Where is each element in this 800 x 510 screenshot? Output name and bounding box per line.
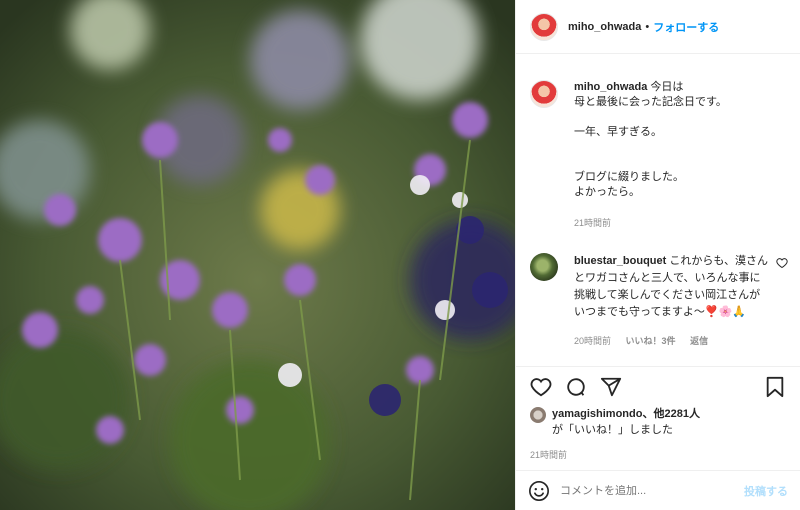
caption: miho_ohwada 今日は 母と最後に会った記念日です。 一年、早すぎる。 … [530, 54, 786, 231]
bookmark-icon [766, 376, 784, 397]
post-side-panel: miho_ohwada • フォローする miho_ohwada 今日は 母と最… [515, 0, 800, 510]
caption-line: 母と最後に会った記念日です。 [574, 96, 727, 108]
comments-area[interactable]: miho_ohwada 今日は 母と最後に会った記念日です。 一年、早すぎる。 … [516, 54, 800, 366]
action-bar [516, 366, 800, 406]
reply-button[interactable]: 返信 [690, 336, 708, 346]
caption-line: ブログに綴りました。 [574, 171, 684, 183]
save-button[interactable] [762, 374, 788, 400]
share-icon [600, 377, 622, 396]
likes-others[interactable]: 、他2281人 [642, 408, 699, 420]
share-button[interactable] [598, 374, 624, 400]
liker-avatar[interactable] [530, 407, 546, 423]
comment-timestamp[interactable]: 20時間前 [574, 336, 611, 346]
liker-username[interactable]: yamagishimondo [552, 408, 642, 420]
comment-like-heart-icon[interactable] [776, 257, 788, 269]
comment-button[interactable] [563, 374, 589, 400]
header-separator: • [645, 20, 650, 33]
post-header: miho_ohwada • フォローする [516, 0, 800, 54]
heart-icon [530, 377, 552, 396]
author-username[interactable]: miho_ohwada [568, 21, 641, 33]
comment-icon [567, 377, 585, 396]
caption-line: 今日は [650, 81, 684, 93]
caption-line: 一年、早すぎる。 [574, 126, 662, 138]
commenter-avatar[interactable] [530, 253, 558, 281]
caption-avatar[interactable] [530, 80, 558, 108]
post-comment-button[interactable]: 投稿する [744, 483, 788, 499]
caption-line: よかったら。 [574, 186, 640, 198]
caption-username[interactable]: miho_ohwada [574, 81, 647, 93]
likes-summary: yamagishimondo、他2281人 が「いいね！」しました [516, 406, 800, 446]
post-photo[interactable] [0, 0, 515, 510]
likes-suffix: が「いいね！」しました [552, 424, 673, 436]
author-avatar[interactable] [530, 12, 558, 41]
like-button[interactable] [528, 374, 554, 400]
comment-likes[interactable]: いいね！3件 [626, 336, 676, 346]
follow-button[interactable]: フォローする [653, 19, 719, 35]
emoji-button[interactable] [528, 480, 550, 502]
caption-timestamp[interactable]: 21時間前 [574, 216, 727, 231]
post-timestamp[interactable]: 21時間前 [516, 446, 800, 470]
comment-composer: 投稿する [516, 470, 800, 510]
emoji-icon [529, 480, 549, 501]
comment-input[interactable] [560, 484, 744, 497]
comment-item: bluestar_bouquet これからも、漠さんとワガコさんと三人で、いろん… [530, 253, 788, 350]
commenter-username[interactable]: bluestar_bouquet [574, 255, 666, 267]
post-viewer: miho_ohwada • フォローする miho_ohwada 今日は 母と最… [0, 0, 800, 510]
flower-photo [0, 0, 515, 510]
